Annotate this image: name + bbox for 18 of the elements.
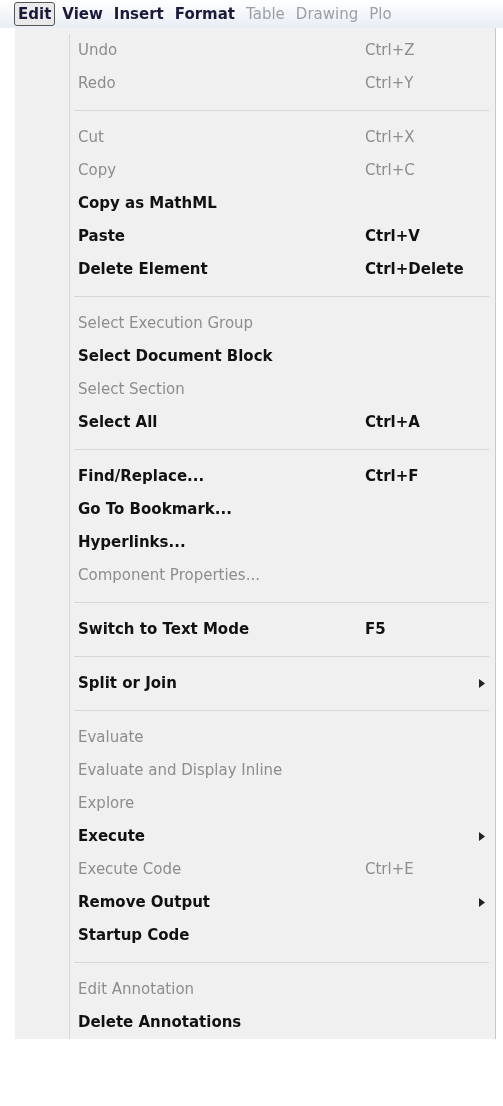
menu-bar-item[interactable]: Insert [109, 2, 168, 26]
menu-item[interactable]: Delete Annotations [72, 1006, 489, 1039]
menu-item[interactable]: Startup Code [72, 919, 489, 952]
menu-item[interactable]: Hyperlinks... [72, 526, 489, 559]
menu-item[interactable]: Go To Bookmark... [72, 493, 489, 526]
menu-item[interactable]: Select Document Block [72, 340, 489, 373]
menu-item[interactable]: Execute [72, 820, 489, 853]
menu-bar-item[interactable]: Format [170, 2, 240, 26]
menu-item[interactable]: Find/Replace... Ctrl+F [72, 460, 489, 493]
menu-item[interactable]: Remove Output [72, 886, 489, 919]
menu-item[interactable]: Split or Join [72, 667, 489, 700]
menu-bar-item[interactable]: Edit [14, 2, 56, 26]
menu-bar-item[interactable]: View [58, 2, 107, 26]
menu-item[interactable]: Select All Ctrl+A [72, 406, 489, 439]
menu-item[interactable]: Delete Element Ctrl+Delete [72, 253, 489, 286]
menu-item[interactable]: Paste Ctrl+V [72, 220, 489, 253]
menu-item[interactable]: Copy as MathML [72, 187, 489, 220]
menu-item[interactable]: Switch to Text Mode F5 [72, 613, 489, 646]
